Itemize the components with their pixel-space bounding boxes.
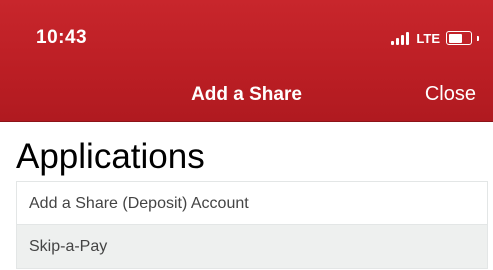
applications-list: Add a Share (Deposit) Account Skip-a-Pay bbox=[16, 181, 488, 269]
status-indicators: LTE bbox=[391, 28, 479, 48]
close-button[interactable]: Close bbox=[425, 83, 476, 106]
app-header: 10:43 LTE Add a Share Close bbox=[0, 0, 493, 122]
page-heading: Applications bbox=[16, 137, 205, 176]
nav-title: Add a Share bbox=[191, 84, 302, 105]
battery-cap bbox=[477, 35, 479, 41]
battery-icon bbox=[446, 31, 472, 45]
cellular-signal-icon bbox=[391, 31, 410, 45]
status-time: 10:43 bbox=[36, 27, 88, 48]
list-item-skip-a-pay[interactable]: Skip-a-Pay bbox=[16, 225, 488, 269]
list-item-add-share-account[interactable]: Add a Share (Deposit) Account bbox=[16, 181, 488, 225]
network-type: LTE bbox=[416, 30, 440, 46]
battery-level bbox=[448, 33, 462, 43]
